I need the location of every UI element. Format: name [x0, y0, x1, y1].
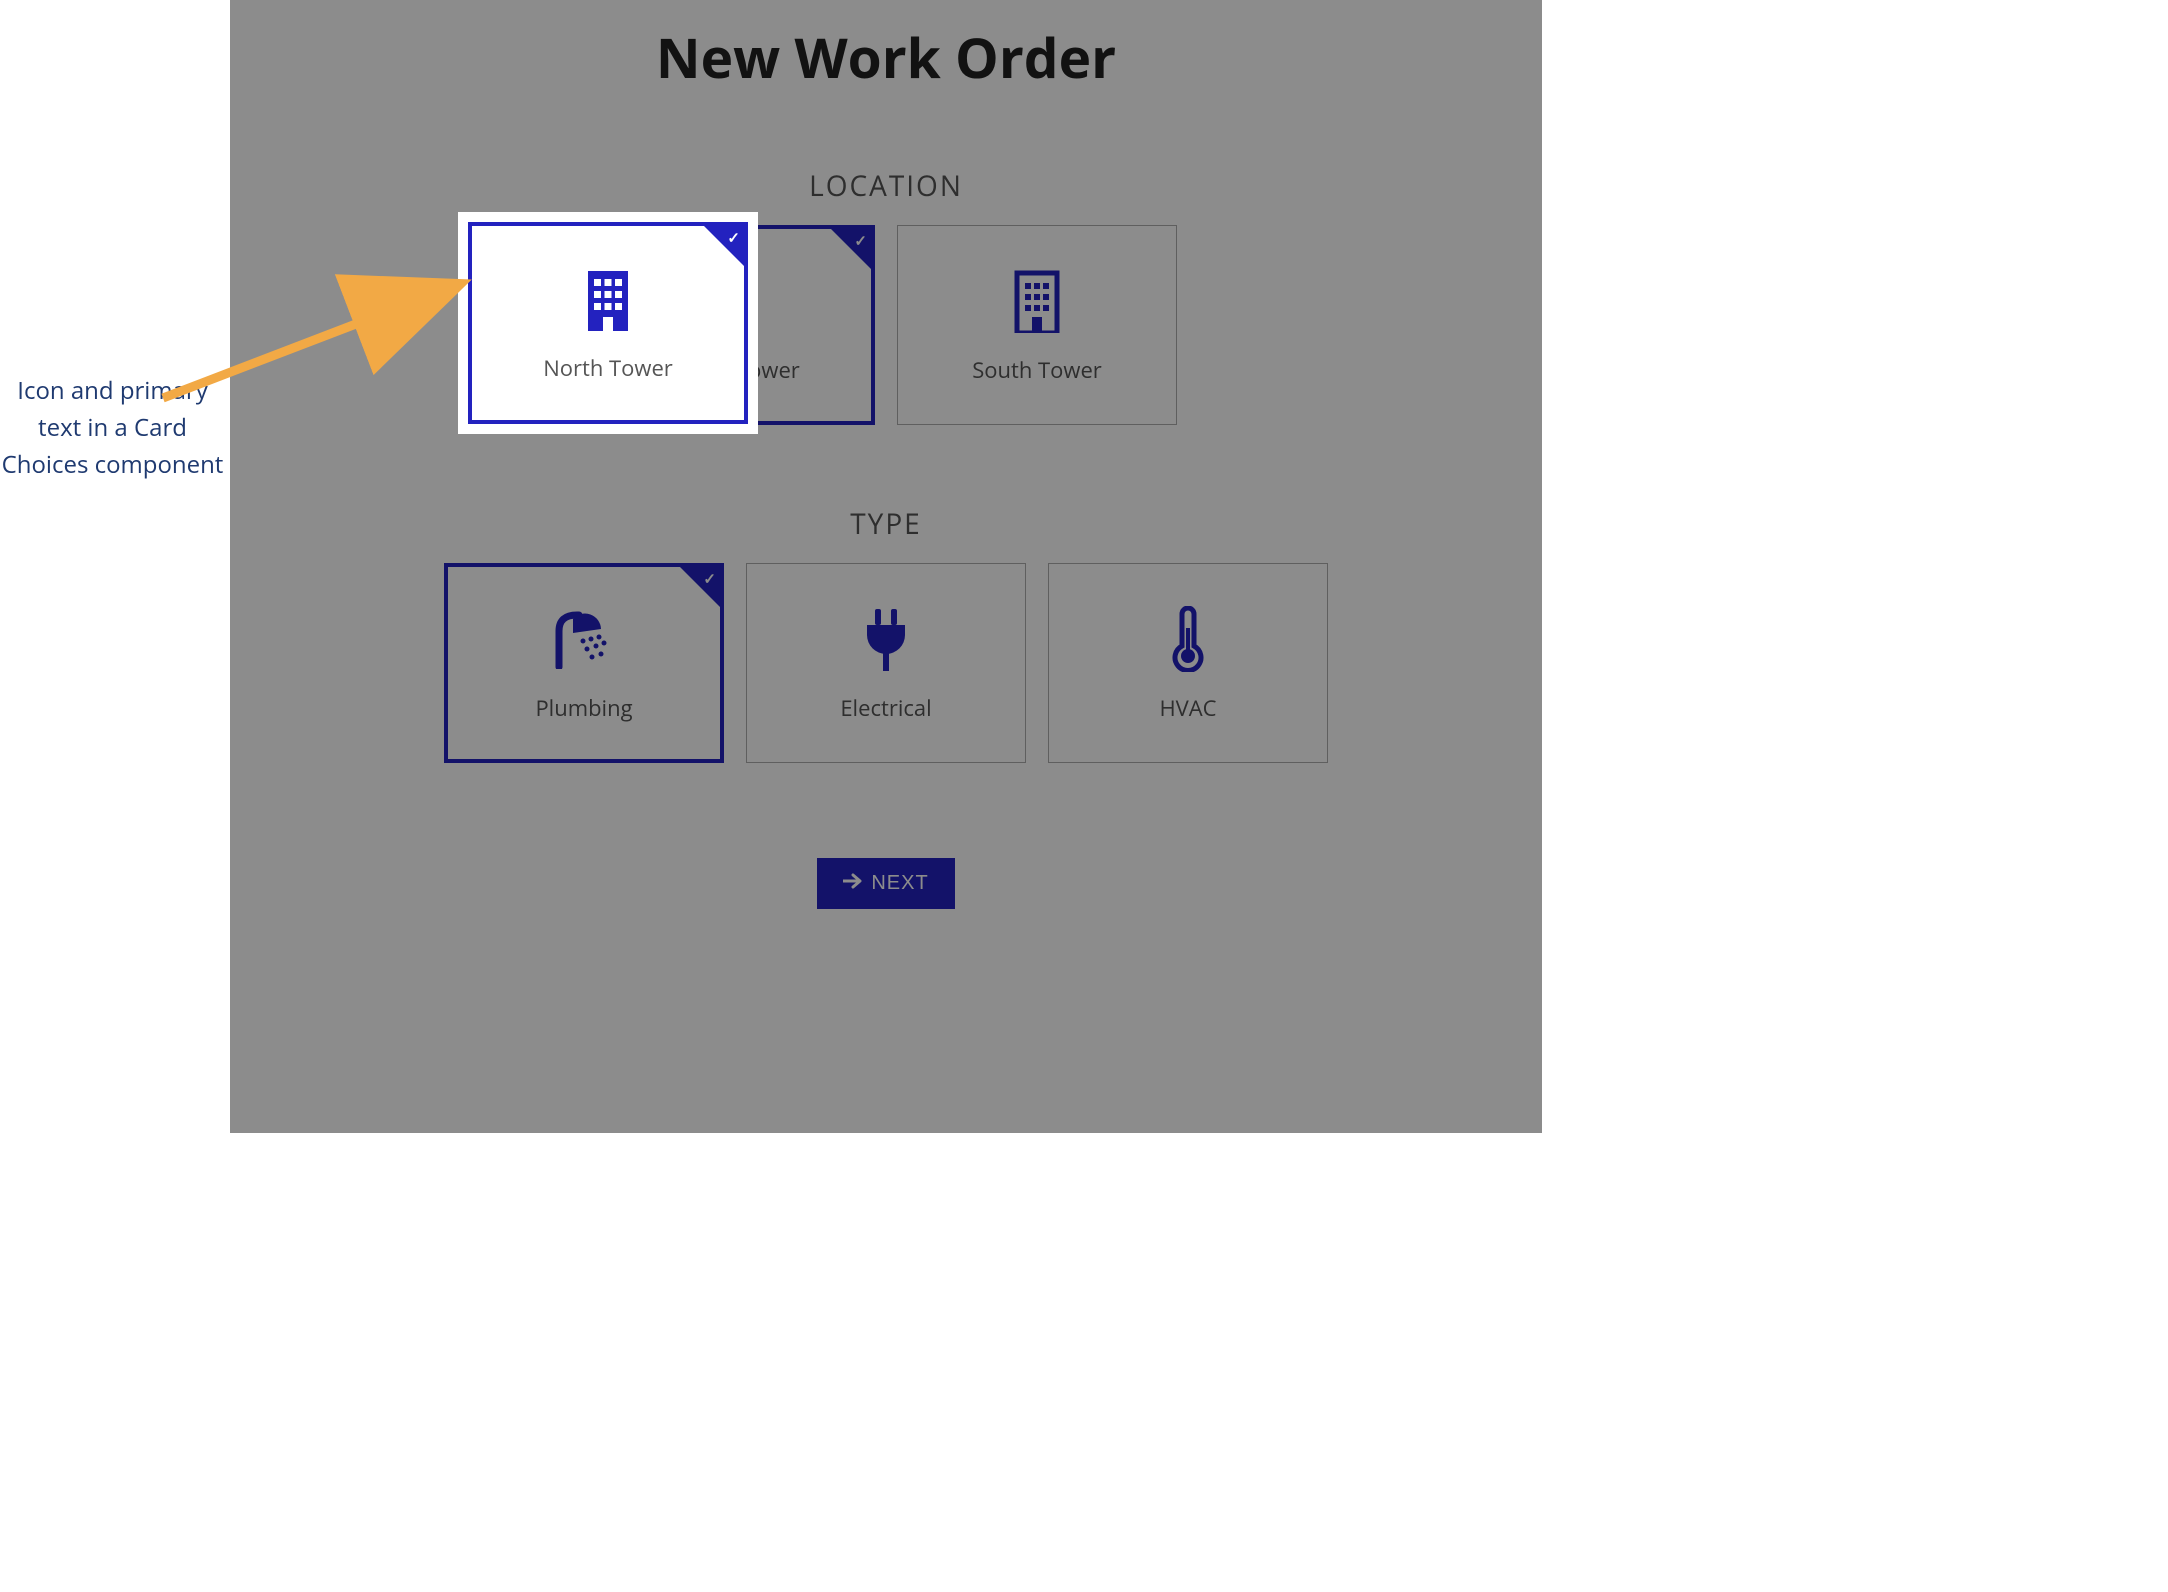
- type-card-row: Plumbing Electrical: [230, 563, 1542, 763]
- location-section: LOCATION: [230, 167, 1542, 425]
- card-label: Plumbing: [535, 693, 632, 723]
- plug-icon: [861, 603, 911, 675]
- next-button[interactable]: NEXT: [817, 858, 954, 909]
- type-section: TYPE: [230, 505, 1542, 763]
- shower-icon: [549, 603, 619, 675]
- type-header: TYPE: [230, 505, 1542, 543]
- page-title: New Work Order: [230, 0, 1542, 105]
- selected-check-icon: [704, 226, 744, 266]
- location-header: LOCATION: [230, 167, 1542, 205]
- arrow-right-icon: [843, 872, 863, 895]
- next-row: NEXT: [230, 858, 1542, 909]
- selected-check-icon: [831, 229, 871, 269]
- card-label: South Tower: [972, 355, 1102, 385]
- card-label: Electrical: [840, 693, 931, 723]
- app-area: New Work Order LOCATION: [230, 0, 1542, 1133]
- thermometer-icon: [1168, 603, 1208, 675]
- location-card-row: North Tower: [230, 225, 1542, 425]
- annotation-panel: Icon and primary text in a Card Choices …: [0, 0, 230, 1133]
- card-label: North Tower: [543, 353, 673, 383]
- type-card-electrical[interactable]: Electrical: [746, 563, 1026, 763]
- highlight-card[interactable]: North Tower: [468, 222, 748, 424]
- callout-text: Icon and primary text in a Card Choices …: [0, 372, 225, 484]
- card-label: HVAC: [1159, 693, 1216, 723]
- type-card-plumbing[interactable]: Plumbing: [444, 563, 724, 763]
- next-label: NEXT: [871, 872, 928, 895]
- type-card-hvac[interactable]: HVAC: [1048, 563, 1328, 763]
- building-icon: [1009, 265, 1065, 337]
- building-icon: [580, 263, 636, 335]
- location-card-south-tower[interactable]: South Tower: [897, 225, 1177, 425]
- selected-check-icon: [680, 567, 720, 607]
